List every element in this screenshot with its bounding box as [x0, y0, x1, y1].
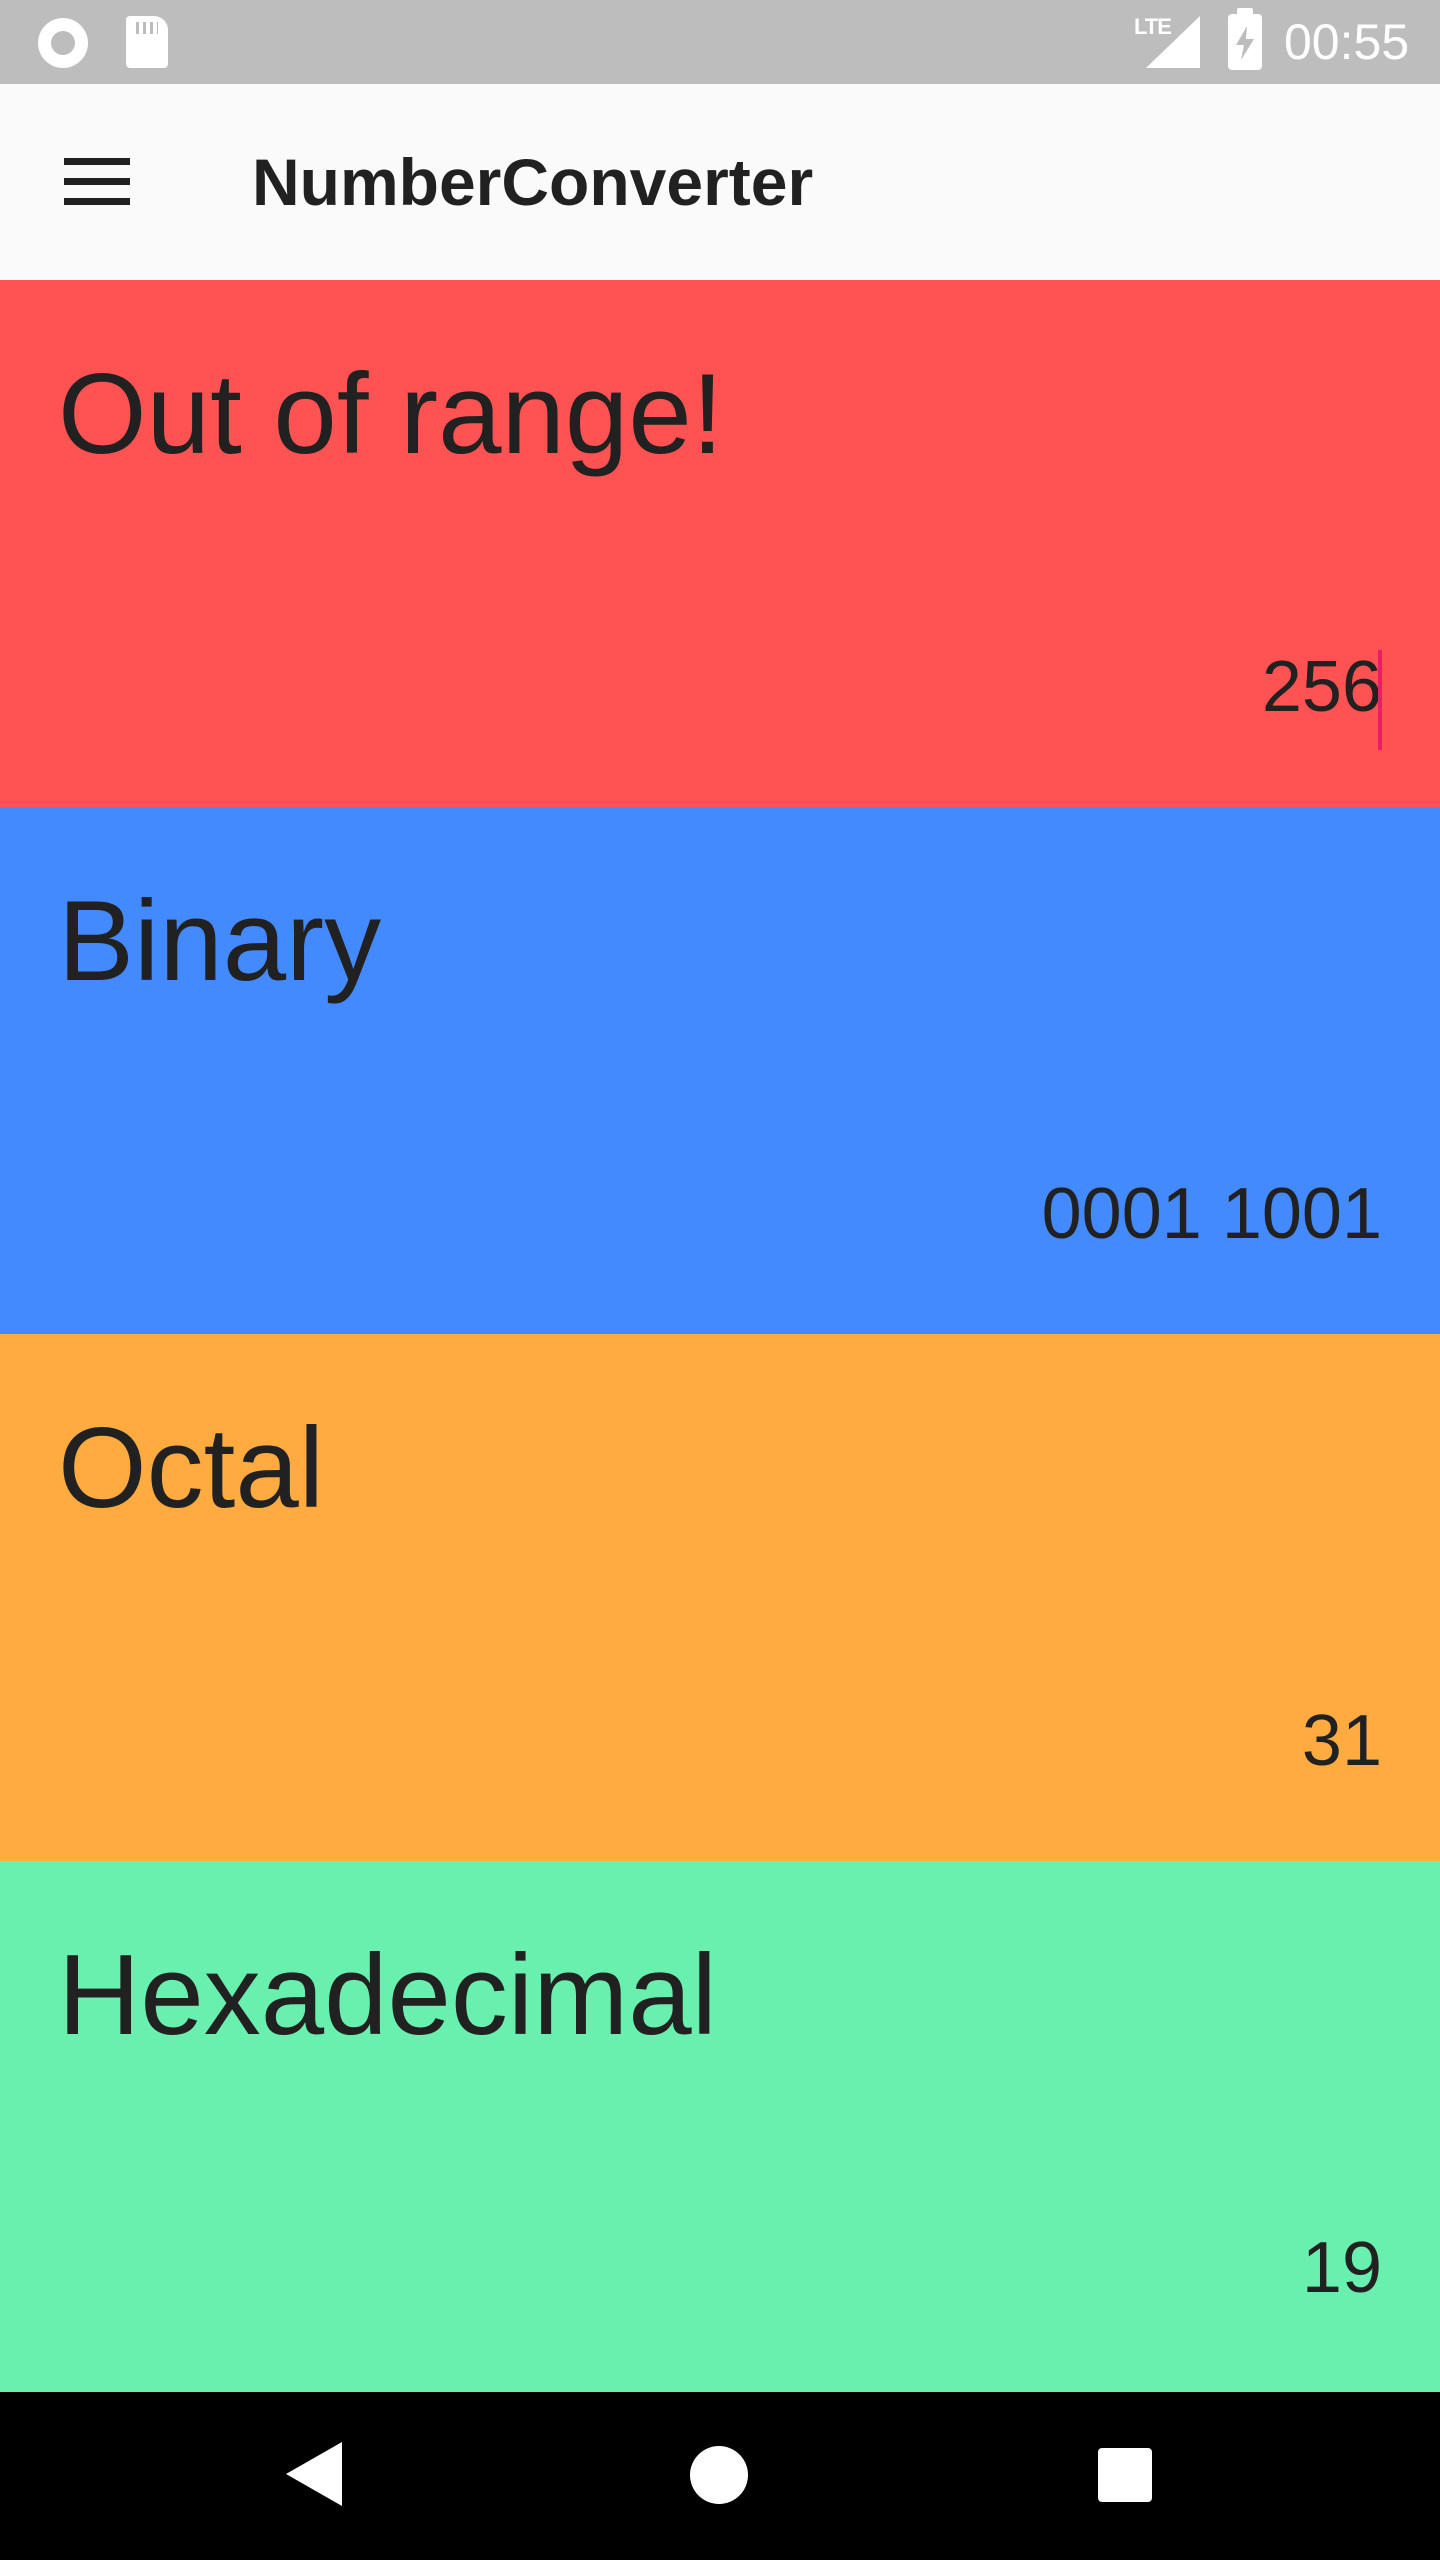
- system-nav-bar: [0, 2392, 1440, 2560]
- octal-value[interactable]: 31: [1302, 1696, 1382, 1786]
- binary-panel-title: Binary: [58, 878, 382, 1005]
- home-icon[interactable]: [690, 2446, 748, 2504]
- app-title: NumberConverter: [252, 145, 814, 219]
- text-cursor: [1378, 650, 1382, 750]
- hexadecimal-panel[interactable]: Hexadecimal 19: [0, 1861, 1440, 2392]
- octal-panel-title: Octal: [58, 1405, 325, 1532]
- hexadecimal-value[interactable]: 19: [1302, 2223, 1382, 2313]
- back-icon[interactable]: [286, 2442, 342, 2506]
- app-screen: LTE 00:55 NumberConverter Out of range! …: [0, 0, 1440, 2560]
- record-icon: [38, 18, 88, 68]
- decimal-panel[interactable]: Out of range!: [0, 280, 1440, 807]
- binary-panel[interactable]: Binary 0001 1001: [0, 807, 1440, 1334]
- binary-value[interactable]: 0001 1001: [1042, 1169, 1382, 1259]
- decimal-input[interactable]: [782, 642, 1382, 732]
- hamburger-menu-icon[interactable]: [46, 140, 150, 224]
- sd-card-icon: [126, 16, 168, 68]
- octal-panel[interactable]: Octal 31: [0, 1334, 1440, 1861]
- bolt-icon: [1236, 26, 1254, 60]
- status-bar: LTE 00:55: [0, 0, 1440, 84]
- hexadecimal-panel-title: Hexadecimal: [58, 1932, 717, 2059]
- recents-icon[interactable]: [1098, 2448, 1152, 2502]
- signal-icon: [1146, 16, 1200, 68]
- decimal-panel-title: Out of range!: [58, 351, 724, 478]
- battery-charging-icon: [1228, 8, 1262, 70]
- status-time: 00:55: [1284, 14, 1410, 70]
- app-toolbar: NumberConverter: [0, 84, 1440, 280]
